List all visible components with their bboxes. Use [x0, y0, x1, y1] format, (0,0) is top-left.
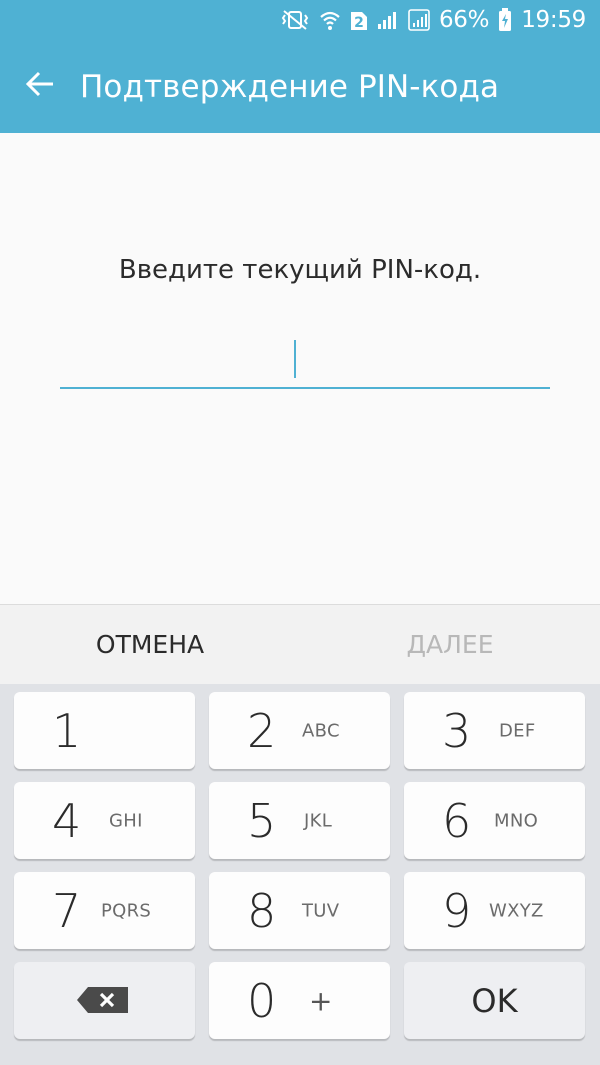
- page-title: Подтверждение PIN-кода: [80, 68, 500, 105]
- key-letters: MNO: [494, 810, 539, 831]
- key-letters: TUV: [302, 900, 340, 921]
- key-4[interactable]: 4 GHI: [14, 782, 195, 859]
- cancel-button[interactable]: ОТМЕНА: [0, 605, 300, 684]
- pin-input[interactable]: [60, 333, 550, 389]
- sim2-icon: 2: [350, 9, 368, 31]
- key-2[interactable]: 2 ABC: [209, 692, 390, 769]
- key-digit: 3: [442, 703, 472, 758]
- key-digit: 2: [247, 703, 277, 758]
- ok-key[interactable]: OK: [404, 962, 585, 1039]
- backspace-key[interactable]: [14, 962, 195, 1039]
- signal-icon: [377, 9, 399, 31]
- wifi-icon: [319, 9, 341, 31]
- key-digit: 5: [247, 793, 277, 848]
- key-8[interactable]: 8 TUV: [209, 872, 390, 949]
- key-letters: GHI: [109, 810, 143, 831]
- mute-vibrate-icon: [280, 9, 310, 31]
- sim-badge: 2: [354, 15, 364, 31]
- pin-prompt: Введите текущий PIN-код.: [118, 255, 482, 285]
- backspace-icon: [76, 986, 130, 1019]
- key-9[interactable]: 9 WXYZ: [404, 872, 585, 949]
- key-5[interactable]: 5 JKL: [209, 782, 390, 859]
- key-letters: +: [309, 984, 333, 1017]
- app-bar: Подтверждение PIN-кода: [0, 40, 600, 133]
- signal-sim2-icon: [408, 9, 430, 31]
- key-digit: 4: [52, 793, 82, 848]
- text-cursor: [294, 340, 296, 378]
- key-digit: 1: [52, 703, 82, 758]
- key-letters: ABC: [302, 720, 340, 741]
- key-0[interactable]: 0 +: [209, 962, 390, 1039]
- key-3[interactable]: 3 DEF: [404, 692, 585, 769]
- next-button[interactable]: ДАЛЕЕ: [300, 605, 600, 684]
- key-letters: DEF: [499, 720, 536, 741]
- key-7[interactable]: 7 PQRS: [14, 872, 195, 949]
- key-digit: 7: [52, 883, 82, 938]
- key-letters: WXYZ: [489, 900, 544, 921]
- key-letters: JKL: [304, 810, 333, 831]
- battery-charging-icon: [498, 8, 512, 32]
- arrow-left-icon: [25, 71, 55, 102]
- key-digit: 0: [247, 973, 277, 1028]
- key-digit: 9: [442, 883, 472, 938]
- clock: 19:59: [521, 7, 586, 33]
- ok-label: OK: [471, 981, 518, 1020]
- back-button[interactable]: [0, 40, 80, 133]
- key-6[interactable]: 6 MNO: [404, 782, 585, 859]
- battery-percent: 66%: [438, 7, 490, 33]
- pin-content: Введите текущий PIN-код.: [0, 133, 600, 604]
- action-bar: ОТМЕНА ДАЛЕЕ: [0, 604, 600, 684]
- key-letters: PQRS: [101, 900, 152, 921]
- key-digit: 8: [247, 883, 277, 938]
- key-1[interactable]: 1: [14, 692, 195, 769]
- status-bar: 2 66% 19:59: [0, 0, 600, 40]
- numeric-keypad: 1 2 ABC 3 DEF 4 GHI 5 JKL 6 MNO 7 PQRS 8…: [0, 684, 600, 1065]
- key-digit: 6: [442, 793, 472, 848]
